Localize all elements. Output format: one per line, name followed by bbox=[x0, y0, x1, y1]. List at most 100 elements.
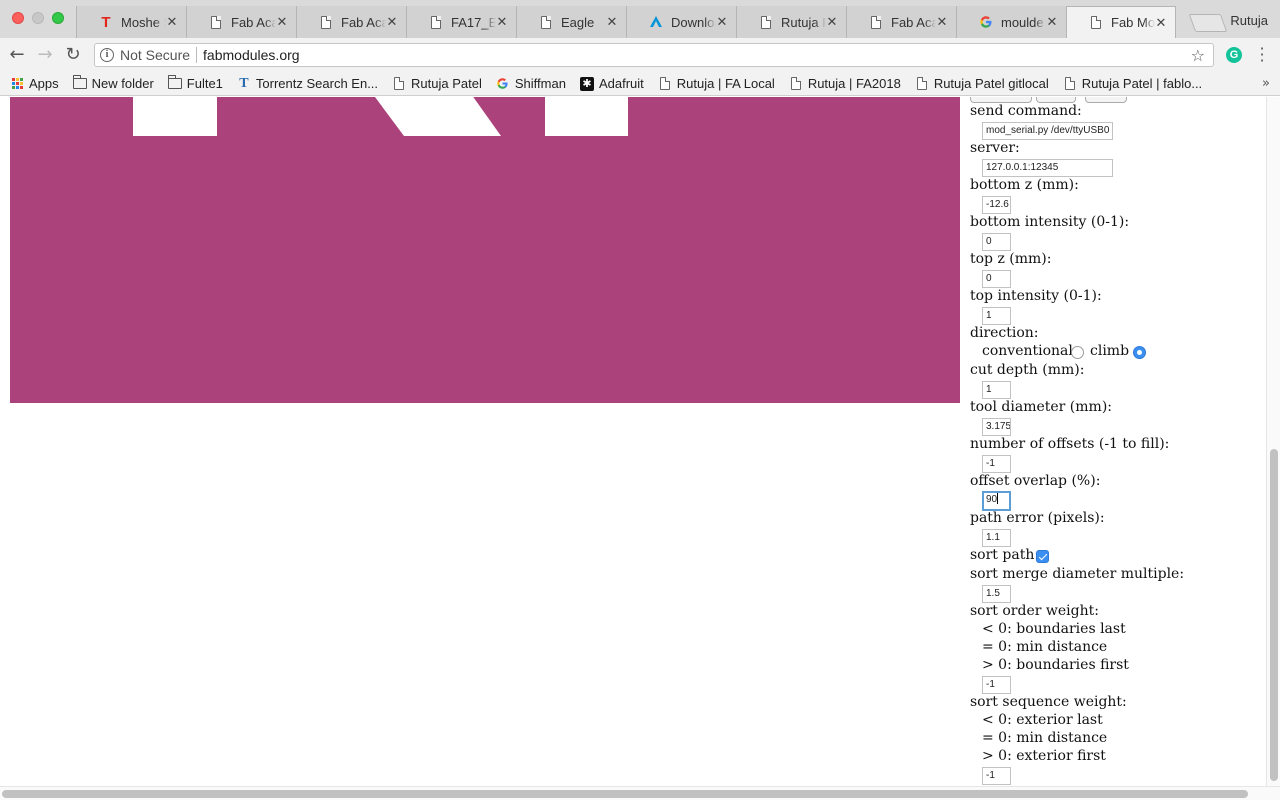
server-input[interactable]: 127.0.0.1:12345 bbox=[982, 159, 1113, 177]
bookmark-label: New folder bbox=[91, 76, 154, 91]
browser-menu-icon[interactable]: · · · bbox=[1256, 41, 1268, 69]
tab-moshe[interactable]: T Moshe Sz ✕ bbox=[76, 6, 186, 38]
bookmark-torrentz[interactable]: T Torrentz Search En... bbox=[237, 75, 378, 92]
direction-conventional-label: conventional bbox=[982, 343, 1073, 359]
bookmark-star-icon[interactable]: ☆ bbox=[1191, 46, 1205, 65]
number-of-offsets-label: number of offsets (-1 to fill): bbox=[970, 436, 1170, 452]
sort-sequence-weight-label: sort sequence weight: bbox=[970, 694, 1127, 710]
maximize-window-button[interactable] bbox=[52, 12, 64, 24]
sort-sequence-option: > 0: exterior first bbox=[982, 748, 1106, 764]
folder-icon bbox=[167, 75, 182, 91]
close-icon[interactable]: ✕ bbox=[826, 15, 838, 28]
bookmark-apps[interactable]: Apps bbox=[10, 76, 59, 91]
bookmark-rutuja-patel[interactable]: Rutuja Patel bbox=[392, 76, 482, 91]
red-t-icon: T bbox=[101, 13, 111, 31]
tab-fab-academy-2[interactable]: Fab Acade ✕ bbox=[296, 6, 406, 38]
close-icon[interactable]: ✕ bbox=[166, 15, 178, 28]
top-z-input[interactable]: 0 bbox=[982, 270, 1011, 288]
bookmark-rutuja-gitlocal[interactable]: Rutuja Patel gitlocal bbox=[915, 76, 1049, 91]
close-icon[interactable]: ✕ bbox=[276, 15, 288, 28]
direction-climb-radio[interactable] bbox=[1133, 346, 1146, 359]
bookmarks-overflow-icon[interactable]: » bbox=[1262, 76, 1270, 91]
address-bar[interactable]: i Not Secure fabmodules.org ☆ bbox=[94, 43, 1214, 67]
tab-title: Eagle bbox=[561, 14, 595, 30]
tab-fab-academy-1[interactable]: Fab Acade ✕ bbox=[186, 6, 296, 38]
bookmark-adafruit[interactable]: ✱ Adafruit bbox=[579, 76, 644, 91]
tab-moulde-google[interactable]: moulde - G ✕ bbox=[956, 6, 1066, 38]
sort-sequence-weight-input[interactable]: -1 bbox=[982, 767, 1011, 785]
sort-path-checkbox[interactable] bbox=[1036, 550, 1049, 563]
page-viewport: send command: mod_serial.py /dev/ttyUSB0… bbox=[0, 97, 1266, 786]
page-icon bbox=[789, 77, 803, 91]
grammarly-extension-icon[interactable]: G bbox=[1226, 47, 1242, 63]
toolpath-preview-canvas bbox=[10, 97, 960, 403]
bookmark-rutuja-fa-local[interactable]: Rutuja | FA Local bbox=[658, 76, 775, 91]
tool-diameter-input[interactable]: 3.175 bbox=[982, 418, 1011, 436]
close-icon[interactable]: ✕ bbox=[606, 15, 618, 28]
forward-arrow-icon[interactable]: → bbox=[34, 44, 56, 66]
bookmark-label: Rutuja Patel | fablo... bbox=[1081, 76, 1203, 91]
send-command-input[interactable]: mod_serial.py /dev/ttyUSB0 9600 bbox=[982, 122, 1113, 140]
close-window-button[interactable] bbox=[12, 12, 24, 24]
top-intensity-input[interactable]: 1 bbox=[982, 307, 1011, 325]
tab-rutuja-patel[interactable]: Rutuja Pat ✕ bbox=[736, 6, 846, 38]
bookmarks-bar: Apps New folder Fulte1 T Torrentz Search… bbox=[0, 72, 1280, 96]
send-command-label: send command: bbox=[970, 103, 1082, 119]
tab-download[interactable]: Download ✕ bbox=[626, 6, 736, 38]
tab-fa17-electronics[interactable]: FA17_Elect ✕ bbox=[406, 6, 516, 38]
close-icon[interactable]: ✕ bbox=[496, 15, 508, 28]
close-icon[interactable]: ✕ bbox=[716, 15, 728, 28]
url-text[interactable]: fabmodules.org bbox=[203, 47, 300, 63]
apps-grid-icon bbox=[10, 77, 24, 91]
tab-fab-academy-3[interactable]: Fab Acade ✕ bbox=[846, 6, 956, 38]
sort-merge-diameter-input[interactable]: 1.5 bbox=[982, 585, 1011, 603]
vertical-scrollbar-thumb[interactable] bbox=[1270, 449, 1278, 781]
offset-overlap-input[interactable]: 90 bbox=[982, 491, 1011, 511]
bookmark-shiffman[interactable]: Shiffman bbox=[496, 76, 566, 91]
tab-eagle[interactable]: Eagle ✕ bbox=[516, 6, 626, 38]
bookmark-new-folder[interactable]: New folder bbox=[72, 75, 154, 91]
offset-overlap-value: 90 bbox=[986, 494, 998, 505]
adafruit-star-icon: ✱ bbox=[579, 76, 594, 91]
bottom-intensity-label: bottom intensity (0-1): bbox=[970, 214, 1130, 230]
page-icon bbox=[759, 15, 773, 29]
page-icon bbox=[429, 15, 443, 29]
cut-depth-input[interactable]: 1 bbox=[982, 381, 1011, 399]
page-icon bbox=[1089, 16, 1103, 30]
horizontal-scrollbar-thumb[interactable] bbox=[2, 790, 1248, 798]
sort-order-weight-label: sort order weight: bbox=[970, 603, 1099, 619]
top-button[interactable] bbox=[1085, 97, 1127, 103]
direction-conventional-radio[interactable] bbox=[1071, 346, 1084, 359]
close-icon[interactable]: ✕ bbox=[936, 15, 948, 28]
number-of-offsets-input[interactable]: -1 bbox=[982, 455, 1011, 473]
sort-order-option: > 0: boundaries first bbox=[982, 657, 1129, 673]
page-icon bbox=[869, 15, 883, 29]
security-label[interactable]: Not Secure bbox=[120, 47, 190, 63]
minimize-window-button[interactable] bbox=[32, 12, 44, 24]
back-arrow-icon[interactable]: ← bbox=[6, 44, 28, 66]
bookmark-rutuja-fablo[interactable]: Rutuja Patel | fablo... bbox=[1063, 76, 1202, 91]
torrentz-icon: T bbox=[239, 75, 249, 91]
horizontal-scrollbar[interactable] bbox=[0, 786, 1280, 800]
bookmark-rutuja-fa2018[interactable]: Rutuja | FA2018 bbox=[789, 76, 901, 91]
page-icon bbox=[1063, 77, 1077, 91]
tab-list: T Moshe Sz ✕ Fab Acade ✕ Fab Acade ✕ FA1… bbox=[76, 6, 1176, 38]
info-icon[interactable]: i bbox=[100, 48, 114, 62]
reload-icon[interactable]: ↻ bbox=[62, 44, 84, 66]
profile-name[interactable]: Rutuja bbox=[1230, 13, 1268, 28]
tab-title: Moshe Sz bbox=[121, 14, 166, 30]
new-tab-button[interactable] bbox=[1188, 14, 1228, 32]
sort-order-weight-input[interactable]: -1 bbox=[982, 676, 1011, 694]
bottom-intensity-input[interactable]: 0 bbox=[982, 233, 1011, 251]
design-cutout bbox=[375, 97, 501, 136]
vertical-scrollbar[interactable] bbox=[1266, 97, 1280, 786]
close-icon[interactable]: ✕ bbox=[1155, 16, 1167, 29]
path-error-input[interactable]: 1.1 bbox=[982, 529, 1011, 547]
close-icon[interactable]: ✕ bbox=[1046, 15, 1058, 28]
bookmark-label: Rutuja | FA Local bbox=[676, 76, 775, 91]
tab-title: Fab Acade bbox=[341, 14, 386, 30]
close-icon[interactable]: ✕ bbox=[386, 15, 398, 28]
bottom-z-input[interactable]: -12.6 bbox=[982, 196, 1011, 214]
tab-fab-modules[interactable]: Fab Modul ✕ bbox=[1066, 6, 1176, 38]
bookmark-fulte1[interactable]: Fulte1 bbox=[167, 75, 223, 91]
